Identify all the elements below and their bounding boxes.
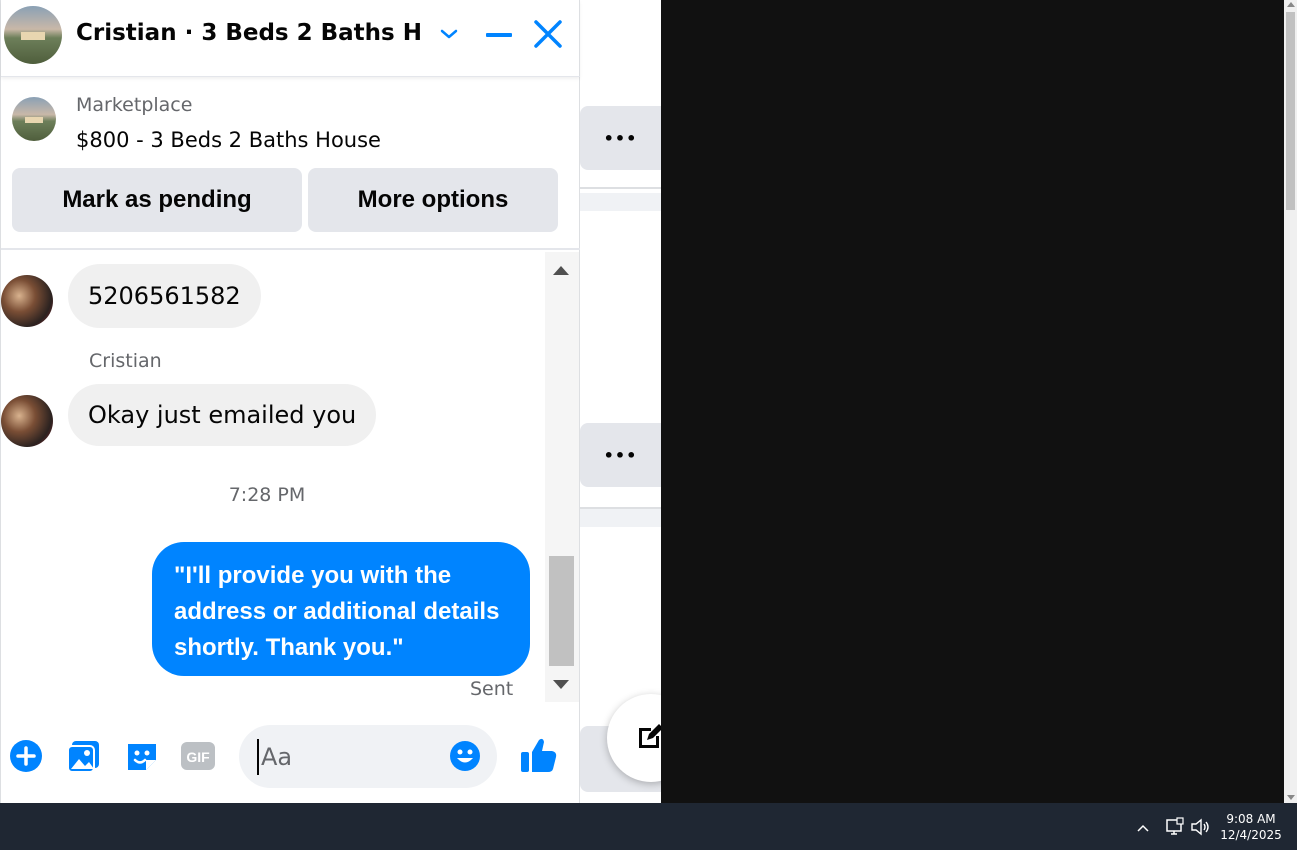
composer: GIF <box>1 705 580 803</box>
message-list[interactable]: 5206561582 Cristian Okay just emailed yo… <box>1 252 580 702</box>
emoji-icon[interactable] <box>449 740 481 772</box>
network-icon[interactable] <box>1165 817 1185 837</box>
svg-text:GIF: GIF <box>186 749 210 765</box>
page-scrollbar[interactable] <box>1284 0 1297 803</box>
scroll-down-arrow-icon[interactable] <box>1287 795 1295 800</box>
message-status: Sent <box>470 678 514 700</box>
more-options-button[interactable]: More options <box>308 168 558 232</box>
conversation-avatar[interactable] <box>4 6 62 64</box>
message-bubble-outgoing[interactable]: "I'll provide you with the address or ad… <box>152 542 530 676</box>
scroll-up-arrow-icon[interactable] <box>1287 2 1295 7</box>
tray-clock[interactable]: 9:08 AM 12/4/2025 <box>1218 811 1284 843</box>
gif-icon[interactable]: GIF <box>180 738 216 774</box>
message-timestamp: 7:28 PM <box>228 484 306 506</box>
background-divider <box>580 187 661 189</box>
mark-as-pending-button[interactable]: Mark as pending <box>12 168 302 232</box>
chevron-up-icon[interactable] <box>1136 821 1150 835</box>
photo-icon[interactable] <box>66 738 102 774</box>
marketplace-listing: Marketplace $800 - 3 Beds 2 Baths House … <box>1 78 580 250</box>
listing-thumbnail[interactable] <box>12 97 56 141</box>
dark-pane <box>661 0 1284 803</box>
scroll-up-arrow-icon[interactable] <box>553 266 569 275</box>
listing-title[interactable]: $800 - 3 Beds 2 Baths House <box>76 128 381 152</box>
screen: ••• ••• Cristian · 3 Beds 2 Baths H··· M… <box>0 0 1297 850</box>
message-bubble-incoming[interactable]: 5206561582 <box>68 264 261 328</box>
taskbar: 9:08 AM 12/4/2025 <box>0 803 1297 850</box>
sender-avatar[interactable] <box>1 395 53 447</box>
clock-date: 12/4/2025 <box>1220 828 1282 842</box>
plus-icon[interactable] <box>8 738 44 774</box>
background-strip <box>580 193 661 211</box>
listing-source: Marketplace <box>76 94 193 116</box>
message-bubble-incoming[interactable]: Okay just emailed you <box>68 384 377 446</box>
scrollbar-thumb[interactable] <box>1286 12 1295 210</box>
clock-time: 9:08 AM <box>1226 812 1276 826</box>
sticker-icon[interactable] <box>124 738 160 774</box>
scroll-down-arrow-icon[interactable] <box>553 680 569 689</box>
sender-avatar[interactable] <box>1 275 53 327</box>
like-icon[interactable] <box>519 735 559 775</box>
scrollbar-thumb[interactable] <box>549 556 574 666</box>
chat-header[interactable]: Cristian · 3 Beds 2 Baths H··· <box>1 0 580 77</box>
minimize-icon[interactable] <box>484 20 514 50</box>
background-more-button[interactable]: ••• <box>580 423 661 487</box>
chevron-down-icon[interactable] <box>437 22 461 46</box>
sender-name: Cristian <box>89 350 162 372</box>
message-input-container[interactable] <box>239 725 497 788</box>
background-more-button[interactable]: ••• <box>580 106 661 170</box>
volume-icon[interactable] <box>1190 817 1210 837</box>
chat-window: Cristian · 3 Beds 2 Baths H··· Marketpla… <box>0 0 580 803</box>
background-strip <box>580 509 661 527</box>
message-scrollbar[interactable] <box>545 252 579 702</box>
close-icon[interactable] <box>532 18 564 50</box>
conversation-title[interactable]: Cristian · 3 Beds 2 Baths H··· <box>76 20 421 46</box>
message-input[interactable] <box>257 739 437 775</box>
